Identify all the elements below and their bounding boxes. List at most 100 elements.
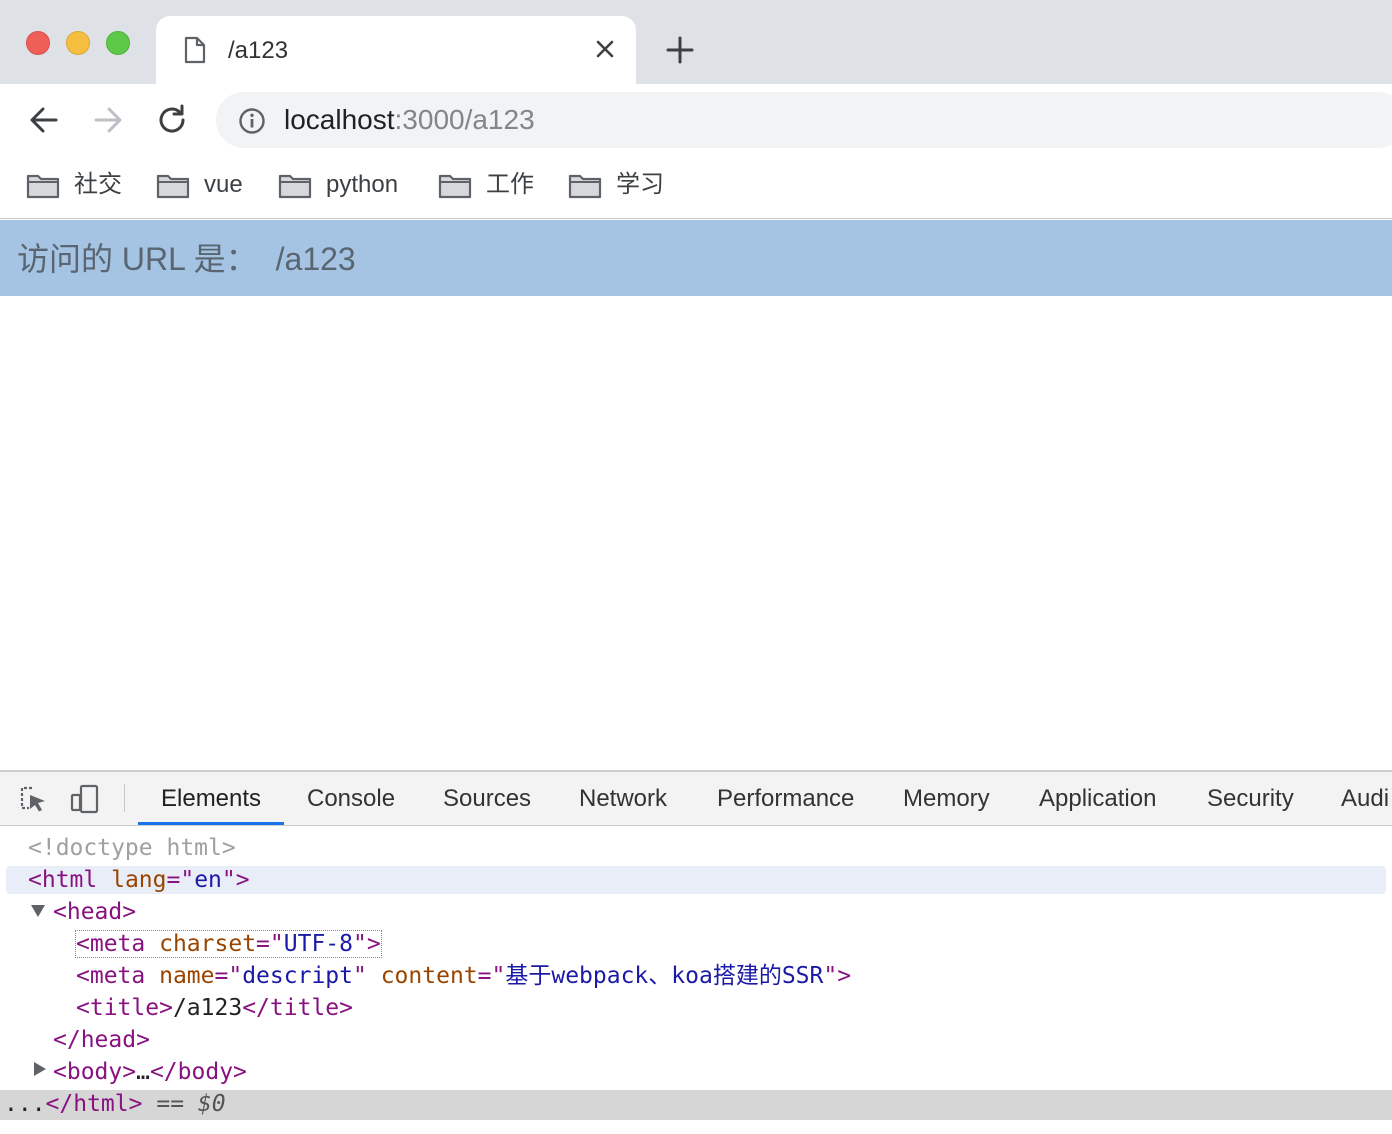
dom-node-title[interactable]: <title>/a123</title> xyxy=(76,992,353,1024)
equals-sign: =" xyxy=(256,931,284,957)
minimize-window-button[interactable] xyxy=(66,31,90,55)
url-text: localhost:3000/a123 xyxy=(284,105,535,135)
tab-memory[interactable]: Memory xyxy=(903,772,990,825)
dom-node-html[interactable]: <html lang="en"> xyxy=(28,864,250,896)
elements-dom-tree: <!doctype html> <html lang="en"> <head> … xyxy=(0,828,1392,1134)
folder-icon xyxy=(438,174,472,199)
tab-application[interactable]: Application xyxy=(1039,772,1156,825)
browser-toolbar: localhost:3000/a123 xyxy=(0,84,1392,156)
dom-node-meta-description[interactable]: <meta name="descript" content="基于webpack… xyxy=(76,960,851,992)
bookmark-label: 工作 xyxy=(486,171,534,198)
doctype-text: <!doctype html> xyxy=(28,835,236,861)
browser-tab[interactable]: /a123 xyxy=(156,16,636,84)
tab-strip: /a123 xyxy=(0,0,1392,84)
reload-icon[interactable] xyxy=(152,100,192,140)
tab-network[interactable]: Network xyxy=(579,772,667,825)
attr-value: UTF-8 xyxy=(283,931,353,957)
attr-name: content xyxy=(380,963,478,989)
bookmark-folder[interactable]: 社交 xyxy=(26,170,122,200)
devtools-panel: Elements Console Sources Network Perform… xyxy=(0,770,1392,1134)
dom-node-meta-charset[interactable]: <meta charset="UTF-8"> xyxy=(75,928,382,960)
attr-value: 基于webpack、koa搭建的SSR xyxy=(505,963,824,989)
tag-name: <meta xyxy=(76,963,146,989)
maximize-window-button[interactable] xyxy=(106,31,130,55)
attr-name: lang xyxy=(111,867,167,893)
row-menu-ellipsis[interactable]: ... xyxy=(4,1091,46,1117)
address-bar[interactable]: localhost:3000/a123 xyxy=(216,92,1392,148)
bookmark-folder[interactable]: vue xyxy=(156,170,243,200)
new-tab-icon[interactable] xyxy=(662,32,698,68)
bookmark-label: python xyxy=(326,171,399,198)
tag-close: </body> xyxy=(149,1059,247,1085)
info-icon[interactable] xyxy=(238,107,266,135)
folder-icon xyxy=(278,174,312,199)
collapsed-ellipsis: … xyxy=(136,1059,150,1085)
attr-value: en xyxy=(194,867,222,893)
forward-arrow-icon[interactable] xyxy=(88,100,128,140)
collapsed-triangle-icon[interactable] xyxy=(34,1062,46,1076)
console-ref: == $0 xyxy=(156,1091,226,1117)
quote-mark: " xyxy=(823,963,838,989)
close-icon[interactable] xyxy=(590,34,620,64)
url-path: :3000/a123 xyxy=(394,104,535,135)
expanded-triangle-icon[interactable] xyxy=(31,905,45,917)
tab-elements[interactable]: Elements xyxy=(161,772,261,825)
dom-node-doctype[interactable]: <!doctype html> xyxy=(28,832,236,864)
tag-close: </head> xyxy=(53,1027,150,1053)
inspect-element-icon[interactable] xyxy=(18,784,48,814)
quote-mark: " xyxy=(352,963,367,989)
text-node: /a123 xyxy=(172,995,243,1021)
bookmark-label: 学习 xyxy=(616,171,664,198)
attr-value: descript xyxy=(242,963,353,989)
tab-performance[interactable]: Performance xyxy=(717,772,854,825)
quote-mark: " xyxy=(353,931,367,957)
equals-sign: =" xyxy=(166,867,195,893)
dom-node-head-close[interactable]: </head> xyxy=(53,1024,150,1056)
folder-icon xyxy=(568,174,602,199)
url-banner: 访问的 URL 是： /a123 xyxy=(0,220,1392,296)
url-host: localhost xyxy=(284,104,395,135)
folder-icon xyxy=(26,174,60,199)
bookmark-label: vue xyxy=(204,171,243,198)
bookmark-folder[interactable]: python xyxy=(278,170,398,200)
tag-close: > xyxy=(366,931,381,957)
equals-sign: =" xyxy=(477,963,506,989)
tab-title: /a123 xyxy=(228,37,289,64)
tag-close: </html> xyxy=(45,1091,143,1117)
page-icon xyxy=(184,36,206,64)
tab-sources[interactable]: Sources xyxy=(443,772,531,825)
tab-console[interactable]: Console xyxy=(307,772,395,825)
dom-node-head[interactable]: <head> xyxy=(53,896,136,928)
equals-sign: =" xyxy=(214,963,243,989)
folder-icon xyxy=(156,174,190,199)
page-viewport: 访问的 URL 是： /a123 xyxy=(0,220,1392,770)
tab-audits[interactable]: Audi xyxy=(1341,772,1389,825)
tag-close: > xyxy=(235,867,250,893)
devtools-toolbar: Elements Console Sources Network Perform… xyxy=(0,772,1392,826)
dom-node-html-close[interactable]: ...</html> == $0 xyxy=(4,1088,226,1120)
tag-name: <body> xyxy=(53,1059,137,1085)
active-tab-indicator xyxy=(138,822,284,825)
device-toolbar-icon[interactable] xyxy=(70,784,100,814)
bookmark-label: 社交 xyxy=(74,171,122,198)
bookmark-folder[interactable]: 学习 xyxy=(568,170,664,200)
dom-node-body[interactable]: <body>…</body> xyxy=(53,1056,247,1088)
tag-name: <title> xyxy=(76,995,173,1021)
quote-mark: " xyxy=(221,867,236,893)
tag-name: <html xyxy=(28,867,98,893)
tag-close: > xyxy=(837,963,852,989)
bookmark-folder[interactable]: 工作 xyxy=(438,170,534,200)
banner-label: 访问的 URL 是： xyxy=(17,241,258,277)
banner-text: 访问的 URL 是： /a123 xyxy=(17,240,356,278)
close-window-button[interactable] xyxy=(26,31,50,55)
attr-name: name xyxy=(159,963,215,989)
tag-close: </title> xyxy=(242,995,353,1021)
toolbar-divider xyxy=(124,784,125,812)
tab-security[interactable]: Security xyxy=(1207,772,1294,825)
tag-name: <head> xyxy=(53,899,137,925)
back-arrow-icon[interactable] xyxy=(24,100,64,140)
attr-name: charset xyxy=(159,931,257,957)
banner-path: /a123 xyxy=(275,241,356,277)
bookmarks-bar: 社交 vue python 工作 学习 xyxy=(0,156,1392,219)
tag-name: <meta xyxy=(76,931,146,957)
